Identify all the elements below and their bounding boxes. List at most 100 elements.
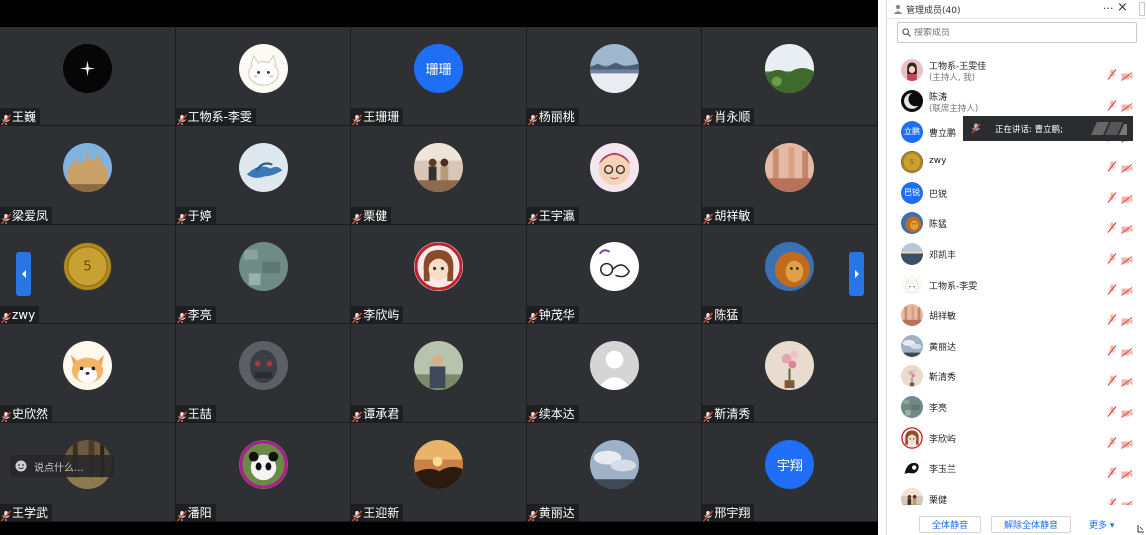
participant-avatar xyxy=(414,143,464,192)
participant-tile[interactable]: 续本达 xyxy=(526,324,703,423)
participant-tile[interactable]: 史欣然 xyxy=(0,324,176,423)
member-avatar xyxy=(901,273,923,296)
resize-handle-icon[interactable] xyxy=(1137,524,1145,533)
member-row[interactable]: 5 zwy xyxy=(887,147,1137,177)
participant-name-bar: 王巍 xyxy=(0,108,41,125)
camera-off-icon[interactable] xyxy=(1121,158,1133,174)
member-avatar xyxy=(901,59,923,81)
camera-off-icon[interactable] xyxy=(1121,434,1133,449)
participant-name-bar: 李亮 xyxy=(175,306,216,323)
participant-tile[interactable]: 栗健 xyxy=(351,126,527,225)
camera-off-icon[interactable] xyxy=(1121,372,1133,388)
mic-off-icon[interactable] xyxy=(1107,402,1117,417)
mic-off-icon[interactable] xyxy=(1107,433,1117,448)
participant-tile[interactable]: 王宇瀛 xyxy=(526,126,703,225)
mic-off-icon[interactable] xyxy=(1107,157,1117,173)
mic-off-icon[interactable] xyxy=(1107,65,1117,80)
prev-page-button[interactable] xyxy=(16,252,31,296)
participant-tile[interactable]: 谭承君 xyxy=(351,324,527,423)
participant-tile[interactable]: 胡祥敏 xyxy=(702,126,878,225)
member-row[interactable]: 胡祥敏 xyxy=(887,300,1137,330)
participant-tile[interactable]: 宇翔 邢宇翔 xyxy=(702,423,878,522)
member-row[interactable]: 陈涛 (联席主持人) xyxy=(887,86,1137,116)
mic-muted-icon xyxy=(702,210,714,224)
mic-muted-icon xyxy=(351,210,363,224)
camera-off-icon[interactable] xyxy=(1121,250,1133,265)
participant-tile[interactable]: 肖永顺 xyxy=(702,27,878,126)
mic-off-icon[interactable] xyxy=(1107,494,1117,505)
participant-tile[interactable]: 梁爱凤 xyxy=(0,126,176,225)
speaking-mic-icon xyxy=(971,123,981,134)
unmute-all-button[interactable]: 解除全体静音 xyxy=(991,516,1072,533)
member-row[interactable]: 工物系-李雯 xyxy=(887,270,1137,300)
camera-off-icon[interactable] xyxy=(1121,97,1133,112)
participant-tile[interactable]: 杨丽桃 xyxy=(526,27,703,126)
mute-all-button[interactable]: 全体静音 xyxy=(919,516,982,533)
menu-toggle[interactable] xyxy=(1139,2,1145,16)
member-name: 黄丽达 xyxy=(929,342,957,353)
mic-off-icon[interactable] xyxy=(1107,96,1117,111)
participant-tile[interactable]: 潘阳 xyxy=(175,423,352,522)
member-search[interactable] xyxy=(897,22,1137,43)
member-row[interactable]: 巴锐 巴锐 xyxy=(887,178,1137,208)
camera-off-icon[interactable] xyxy=(1121,189,1133,204)
member-row[interactable]: 靳清秀 xyxy=(887,361,1137,391)
more-options-button[interactable]: ··· xyxy=(1103,2,1114,16)
speaker-text: 正在讲话: 曹立鹏; xyxy=(995,124,1063,135)
camera-off-icon[interactable] xyxy=(1121,66,1133,81)
member-row[interactable]: 邓凯丰 xyxy=(887,239,1137,269)
participant-tile[interactable]: 王巍 xyxy=(0,27,176,126)
member-row[interactable]: 李亮 xyxy=(887,392,1137,422)
camera-off-icon[interactable] xyxy=(1121,311,1133,327)
member-avatar xyxy=(901,334,923,357)
close-button[interactable]: × xyxy=(1117,1,1128,15)
chat-input[interactable]: 说点什么... xyxy=(10,455,114,477)
participant-tile[interactable]: 黄丽达 xyxy=(526,423,703,522)
member-row[interactable]: 工物系-王雯佳 (主持人, 我) xyxy=(887,55,1137,85)
participant-tile[interactable]: 于婷 xyxy=(175,126,352,225)
participant-tile[interactable]: 珊珊 王珊珊 xyxy=(351,27,527,126)
svg-text:5: 5 xyxy=(910,159,914,166)
mic-off-icon[interactable] xyxy=(1107,280,1117,295)
emoji-icon[interactable] xyxy=(15,460,27,472)
member-row[interactable]: 栗健 xyxy=(887,484,1137,505)
blurred-avatars xyxy=(1091,122,1127,135)
participant-tile[interactable]: 王喆 xyxy=(175,324,352,423)
participant-tile[interactable]: 钟茂华 xyxy=(526,225,703,324)
participant-tile[interactable]: 王迎新 xyxy=(351,423,527,522)
mic-off-icon[interactable] xyxy=(1107,341,1117,356)
mic-off-icon[interactable] xyxy=(1107,310,1117,326)
video-grid: 王巍 工物系-李雯 珊珊 王珊珊 杨丽桃 肖永顺 梁爱凤 于婷 栗健 王宇瀛 胡祥敏 5 zwy 李亮 李欣… xyxy=(0,27,878,522)
member-avatar xyxy=(901,243,923,265)
participant-tile[interactable]: 李欣屿 xyxy=(351,225,527,324)
participant-name: 杨丽桃 xyxy=(538,109,575,124)
mic-off-icon[interactable] xyxy=(1107,463,1117,479)
mic-off-icon[interactable] xyxy=(1107,188,1117,203)
more-button[interactable]: 更多 ▾ xyxy=(1081,516,1123,533)
member-row[interactable]: 陈猛 xyxy=(887,208,1137,238)
camera-off-icon[interactable] xyxy=(1121,495,1133,505)
participant-avatar xyxy=(63,341,112,390)
participant-name-bar: 史欣然 xyxy=(0,405,53,422)
mic-off-icon[interactable] xyxy=(1107,249,1117,264)
participant-name-bar: 黄丽达 xyxy=(526,504,579,521)
camera-off-icon[interactable] xyxy=(1121,342,1133,357)
participant-tile[interactable]: 工物系-李雯 xyxy=(175,27,352,126)
speaker-tooltip: 正在讲话: 曹立鹏; xyxy=(963,116,1133,141)
next-page-button[interactable] xyxy=(849,252,864,296)
camera-off-icon[interactable] xyxy=(1121,219,1133,235)
member-row[interactable]: 李玉兰 xyxy=(887,453,1137,483)
mic-off-icon[interactable] xyxy=(1107,371,1117,387)
participant-tile[interactable]: 靳清秀 xyxy=(702,324,878,423)
member-row[interactable]: 李欣屿 xyxy=(887,423,1137,453)
mic-off-icon[interactable] xyxy=(1107,218,1117,234)
participant-name-bar: 谭承君 xyxy=(351,405,404,422)
mic-muted-icon xyxy=(702,309,714,323)
camera-off-icon[interactable] xyxy=(1121,464,1133,480)
camera-off-icon[interactable] xyxy=(1121,281,1133,296)
camera-off-icon[interactable] xyxy=(1121,403,1133,418)
search-input[interactable] xyxy=(914,27,1124,38)
participant-tile[interactable]: 李亮 xyxy=(175,225,352,324)
member-row[interactable]: 黄丽达 xyxy=(887,331,1137,361)
participant-name-bar: 王迎新 xyxy=(351,504,404,521)
